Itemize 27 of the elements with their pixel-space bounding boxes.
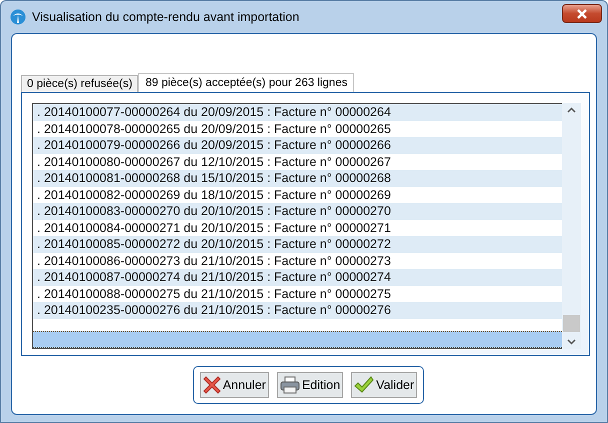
list-item[interactable]: . 20140100080-00000267 du 12/10/2015 : Facture n° 00000267 bbox=[33, 154, 562, 170]
print-button[interactable]: Edition bbox=[276, 372, 344, 398]
list-item[interactable]: . 20140100086-00000273 du 21/10/2015 : Facture n° 00000273 bbox=[33, 252, 562, 269]
scroll-thumb[interactable] bbox=[563, 315, 580, 332]
close-icon bbox=[577, 8, 587, 18]
list-item[interactable]: . 20140100235-00000276 du 21/10/2015 : Facture n° 00000276 bbox=[33, 302, 562, 318]
list-item[interactable]: . 20140100085-00000272 du 20/10/2015 : Facture n° 00000272 bbox=[33, 236, 562, 252]
list-item[interactable]: . 20140100079-00000266 du 20/09/2015 : Facture n° 00000266 bbox=[33, 137, 562, 154]
cancel-button[interactable]: Annuler bbox=[200, 372, 269, 398]
scrollbar[interactable] bbox=[562, 103, 581, 349]
window-title: Visualisation du compte-rendu avant importation bbox=[32, 10, 300, 24]
printer-icon bbox=[280, 376, 300, 394]
list-item[interactable]: . 20140100081-00000268 du 15/10/2015 : Facture n° 00000268 bbox=[33, 170, 562, 186]
list-item[interactable]: . 20140100077-00000264 du 20/09/2015 : Facture n° 00000264 bbox=[33, 104, 562, 120]
close-button[interactable] bbox=[562, 4, 602, 23]
validate-button[interactable]: Valider bbox=[351, 372, 418, 398]
list-item[interactable]: . 20140100087-00000274 du 21/10/2015 : Facture n° 00000274 bbox=[33, 269, 562, 286]
list-item[interactable]: . 20140100082-00000269 du 18/10/2015 : Facture n° 00000269 bbox=[33, 186, 562, 203]
tab[interactable]: 0 pièce(s) refusée(s) bbox=[21, 75, 138, 92]
list-item[interactable]: . 20140100088-00000275 du 21/10/2015 : Facture n° 00000275 bbox=[33, 286, 562, 302]
checkmark-icon bbox=[354, 376, 374, 394]
list-item[interactable]: . 20140100078-00000265 du 20/09/2015 : Facture n° 00000265 bbox=[33, 120, 562, 137]
cross-icon bbox=[202, 376, 221, 394]
list-item[interactable]: . 20140100084-00000271 du 20/10/2015 : Facture n° 00000271 bbox=[33, 220, 562, 236]
selected-row[interactable] bbox=[33, 331, 562, 348]
list-item[interactable]: . 20140100083-00000270 du 20/10/2015 : Facture n° 00000270 bbox=[33, 203, 562, 220]
tab[interactable]: 89 pièce(s) acceptée(s) pour 263 lignes bbox=[138, 73, 354, 92]
